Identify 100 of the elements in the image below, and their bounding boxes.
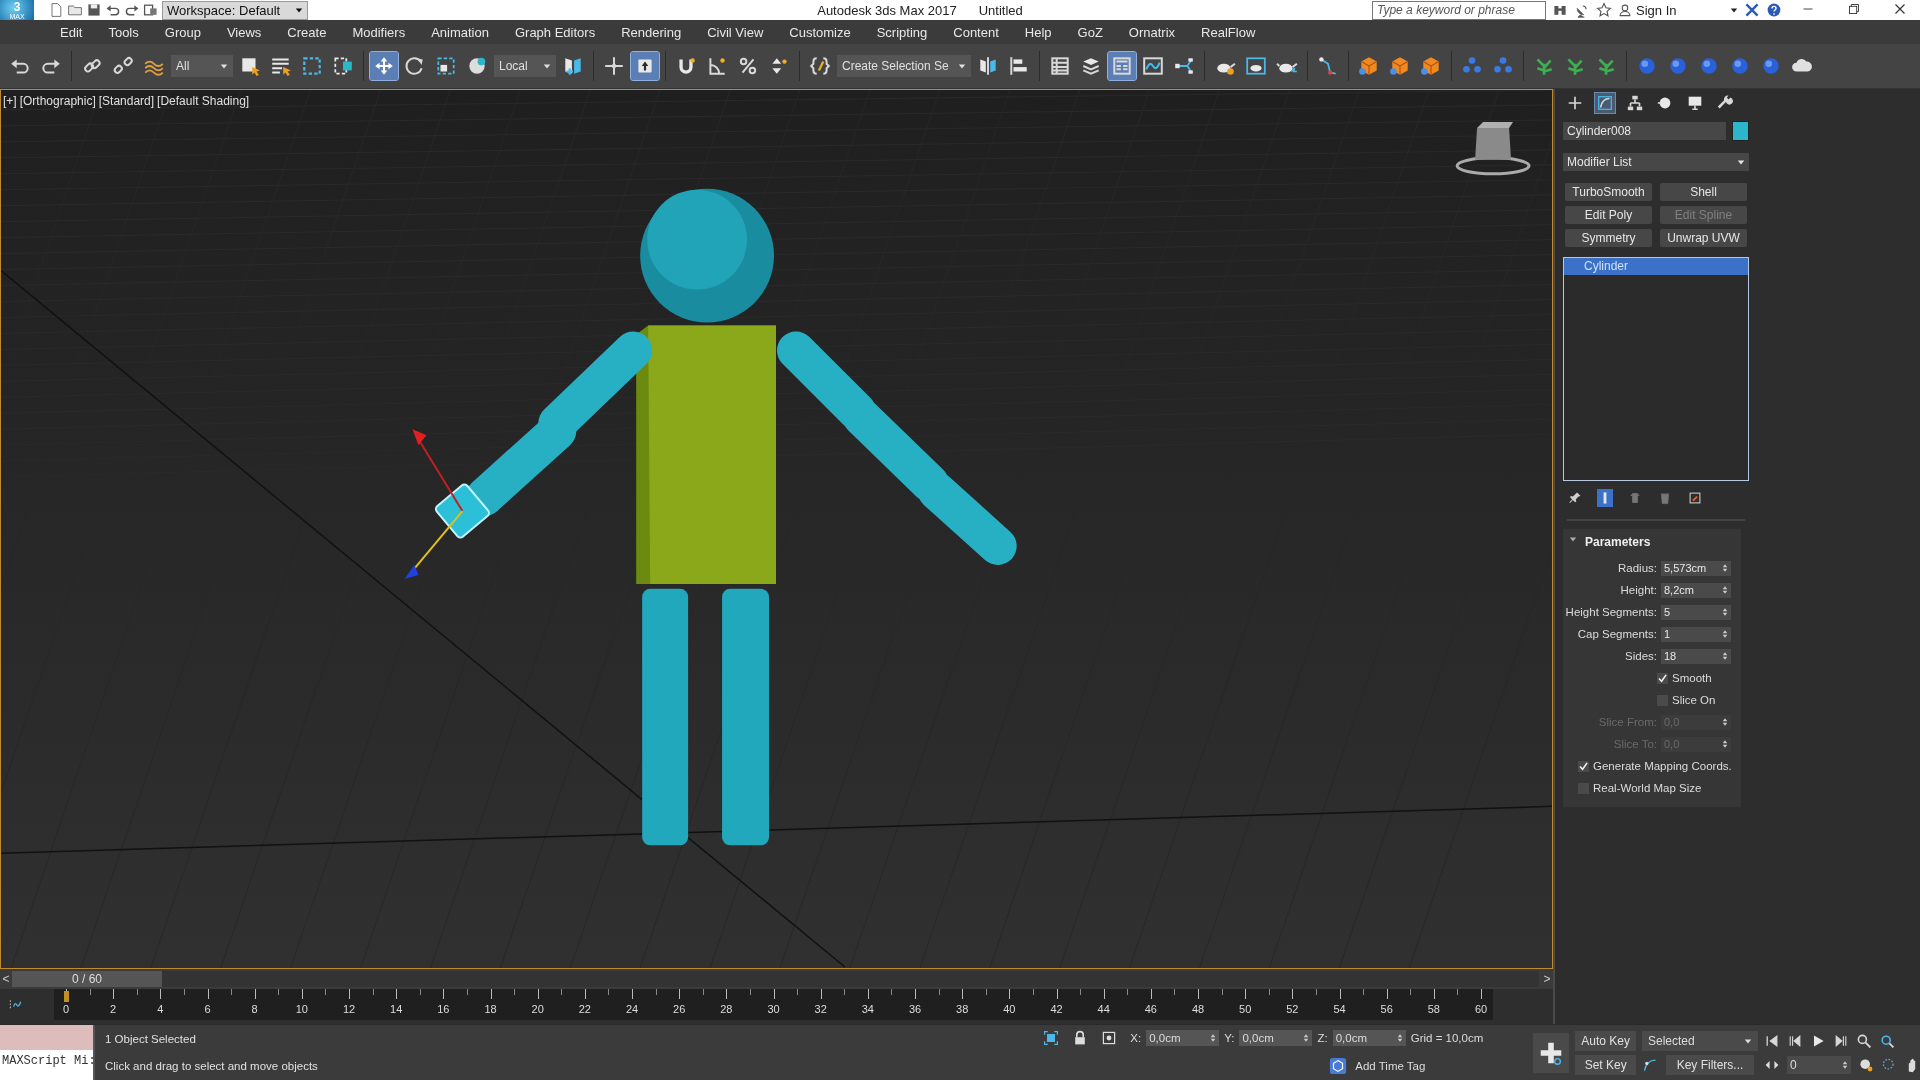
menu-item[interactable]: Animation [418, 24, 502, 40]
rollout-header[interactable]: Parameters [1563, 533, 1741, 557]
menu-item[interactable]: Customize [776, 24, 864, 40]
spinner-arrows-icon[interactable] [1303, 1033, 1310, 1044]
menu-item[interactable]: Create [274, 24, 340, 40]
menu-item[interactable]: Help [1011, 24, 1065, 40]
menu-item[interactable]: Tools [95, 24, 152, 40]
key-filters-button[interactable]: Key Filters... [1666, 1054, 1754, 1075]
current-frame-field[interactable]: 0 [1787, 1055, 1851, 1074]
satellite-icon[interactable] [1574, 2, 1590, 18]
undo-icon[interactable] [105, 2, 121, 18]
menu-item[interactable]: Modifiers [339, 24, 419, 40]
object-color-swatch[interactable] [1732, 121, 1749, 141]
frame-number: 10 [295, 1003, 308, 1015]
set-keys-icon[interactable] [1533, 1032, 1570, 1073]
workspace-dropdown[interactable]: Workspace: Default [162, 0, 308, 20]
spinner-arrows-icon[interactable] [1722, 563, 1728, 573]
menu-item[interactable]: Views [213, 24, 275, 40]
help-icon[interactable] [1766, 2, 1782, 18]
project-icon[interactable] [143, 2, 159, 18]
spinner-field[interactable]: 18 [1661, 648, 1731, 664]
toolbar-dropdown[interactable]: Create Selection Se [837, 55, 971, 77]
spinner-field[interactable]: 1 [1661, 626, 1731, 642]
transform-mode-icon[interactable] [1101, 1030, 1118, 1047]
spinner-arrows-icon[interactable] [1722, 607, 1728, 617]
listener-field[interactable] [0, 1025, 93, 1050]
menu-item[interactable]: Edit [47, 24, 96, 40]
folder-icon[interactable] [67, 2, 83, 18]
time-slider-track[interactable]: 0 / 60 [12, 971, 1539, 987]
toolbar-dropdown[interactable]: All [171, 55, 233, 77]
exchange-icon[interactable] [1744, 2, 1760, 18]
time-slider-thumb[interactable]: 0 / 60 [12, 971, 162, 987]
frame-marker[interactable] [64, 991, 69, 1002]
save-icon[interactable] [86, 2, 102, 18]
set-key-button[interactable]: Set Key [1575, 1054, 1636, 1075]
field-of-view-icon[interactable] [1881, 1056, 1897, 1073]
new-file-icon[interactable] [48, 2, 64, 18]
move-gizmo-icon [404, 429, 492, 579]
coordinate-field[interactable]: 0,0cm [1146, 1030, 1220, 1047]
spinner-arrows-icon[interactable] [1722, 629, 1728, 639]
redo-icon[interactable] [124, 2, 140, 18]
show-result-icon[interactable] [1597, 489, 1613, 507]
viewport-label[interactable]: [Default Shading] [157, 94, 250, 108]
object-name-field[interactable]: Cylinder008 [1563, 122, 1726, 140]
viewcube-icon[interactable] [1455, 121, 1531, 176]
viewport-label[interactable]: [Standard] [98, 94, 155, 108]
coordinate-field[interactable]: 0,0cm [1332, 1030, 1406, 1047]
spinner-arrows-icon[interactable] [1396, 1033, 1403, 1044]
auto-key-button[interactable]: Auto Key [1575, 1030, 1636, 1051]
menu-item[interactable]: Rendering [608, 24, 695, 40]
hierarchy-icon[interactable] [1625, 93, 1645, 113]
spinner-field[interactable]: 5 [1661, 604, 1731, 620]
modifier-button[interactable]: Edit Poly [1565, 206, 1652, 224]
checkbox[interactable] [1657, 672, 1668, 684]
modifier-button[interactable]: Symmetry [1565, 229, 1652, 247]
viewport-label[interactable]: [+] [3, 94, 17, 108]
time-config-icon[interactable] [1858, 1056, 1874, 1073]
maxscript-listener-field[interactable]: MAXScript Mi: [0, 1050, 93, 1080]
timeline-ruler[interactable]: 0 2 4 6 8 10 12 14 16 18 20 22 24 26 28 30 32 34 36 38 40 42 44 46 48 50 52 54 56 58 60 [54, 989, 1493, 1020]
frame-number: 4 [157, 1003, 164, 1015]
spinner-field[interactable]: 5,573cm [1661, 560, 1731, 576]
modifier-list-dropdown[interactable]: Modifier List [1563, 153, 1749, 171]
menu-item[interactable]: GoZ [1064, 24, 1116, 40]
spinner-field[interactable]: 8,2cm [1661, 582, 1731, 598]
configure-icon[interactable] [1687, 489, 1703, 507]
menu-item[interactable]: RealFlow [1188, 24, 1269, 40]
add-time-tag-button[interactable]: Add Time Tag [1329, 1056, 1426, 1075]
checkbox-label: Real-World Map Size [1593, 782, 1702, 794]
spinner-arrows-icon[interactable] [1722, 651, 1728, 661]
menu-item[interactable]: Graph Editors [501, 24, 609, 40]
previous-frame-button[interactable]: < [0, 972, 12, 986]
key-mode-dropdown[interactable]: Selected [1642, 1030, 1758, 1051]
search-field[interactable]: Type a keyword or phrase [1372, 0, 1546, 20]
modify-icon[interactable] [1595, 93, 1615, 113]
menu-item[interactable]: Civil View [694, 24, 777, 40]
frame-number: 22 [578, 1003, 591, 1015]
modifier-button[interactable]: Shell [1660, 183, 1747, 201]
menu-item[interactable]: Group [151, 24, 214, 40]
zoom-all-icon[interactable] [1879, 1032, 1895, 1049]
spinner-arrows-icon[interactable] [1210, 1033, 1217, 1044]
move-icon[interactable] [370, 52, 398, 80]
stack-item[interactable]: Cylinder [1564, 258, 1748, 275]
spinner-arrows-icon[interactable] [1722, 585, 1728, 595]
spinner-arrows-icon[interactable] [1842, 1059, 1848, 1070]
coordinate-field[interactable]: 0,0cm [1239, 1030, 1313, 1047]
arrow-box-icon[interactable] [631, 52, 659, 80]
sign-in-button[interactable]: Sign In [1618, 2, 1738, 18]
menu-item[interactable]: Content [940, 24, 1012, 40]
viewport[interactable]: [+] [Orthographic] [Standard] [Default Shading] [0, 89, 1553, 969]
isolate-icon[interactable] [1043, 1030, 1060, 1047]
star-icon[interactable] [1596, 2, 1612, 18]
modifier-button[interactable]: TurboSmooth [1565, 183, 1652, 201]
checkbox[interactable] [1578, 760, 1589, 772]
viewport-label[interactable]: [Orthographic] [19, 94, 96, 108]
toolbar-dropdown[interactable]: Local [494, 55, 556, 77]
menu-item[interactable]: Ornatrix [1115, 24, 1189, 40]
modifier-button[interactable]: Unwrap UVW [1660, 229, 1747, 247]
zoom-icon[interactable] [1856, 1032, 1872, 1049]
next-frame-button[interactable]: > [1541, 972, 1553, 986]
menu-item[interactable]: Scripting [863, 24, 941, 40]
